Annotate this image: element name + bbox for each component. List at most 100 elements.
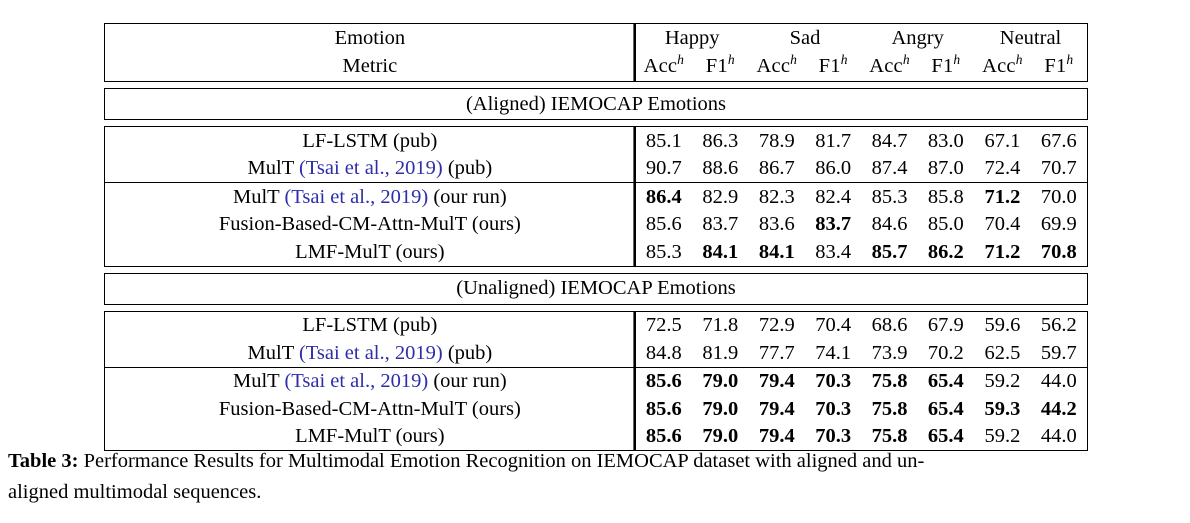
data-cell: 69.9: [1030, 210, 1088, 238]
data-cell: 70.3: [815, 397, 852, 420]
table-row: LF-LSTM (pub) 85.1 86.3 78.9 81.7 84.7 83.0 67.…: [104, 126, 1088, 155]
table-block-gap-cell: [105, 82, 1088, 89]
row-label-text: LMF-MulT (ours): [295, 240, 445, 263]
row-label-text: (our run): [428, 370, 507, 392]
row-label-text: LF-LSTM (pub): [302, 314, 438, 336]
table-row: MulT (Tsai et al., 2019) (pub) 90.7 88.6 86…: [104, 154, 1088, 183]
row-label: Fusion-Based-CM-Attn-MulT (ours): [104, 395, 636, 423]
data-cell: 79.0: [691, 366, 749, 395]
table-row: Fusion-Based-CM-Attn-MulT (ours) 85.6 83.7…: [104, 210, 1088, 238]
data-cell: 71.2: [974, 238, 1031, 267]
data-cell: 75.8: [861, 366, 918, 395]
data-cell: 70.4: [805, 310, 862, 339]
data-cell: 74.1: [815, 341, 852, 364]
table-row: MulT (Tsai et al., 2019) (pub) 84.8 81.9 77…: [104, 339, 1088, 367]
header-cell-metric-neutral-f1: F1h: [1030, 52, 1088, 82]
data-cell: 65.4: [927, 397, 964, 420]
table-block-gap: [105, 82, 1088, 89]
header-cell-metric-happy-acc: Acch: [635, 52, 692, 82]
row-label-text: MulT: [233, 370, 285, 392]
row-label: LF-LSTM (pub): [104, 310, 636, 339]
data-cell: 85.6: [645, 397, 682, 420]
row-label: Fusion-Based-CM-Attn-MulT (ours): [104, 210, 636, 238]
data-cell: 87.0: [927, 157, 964, 179]
citation-link[interactable]: (Tsai et al., 2019): [299, 342, 443, 364]
data-cell: 71.2: [974, 182, 1031, 211]
header-cell-emotion: Emotion: [104, 23, 636, 52]
data-cell: 67.6: [1030, 126, 1088, 155]
table-row: LF-LSTM (pub) 72.5 71.8 72.9 70.4 68.6 67.9 59.…: [104, 310, 1088, 339]
data-cell: 90.7: [645, 157, 682, 179]
data-cell: 72.5: [635, 310, 692, 339]
citation-link[interactable]: (Tsai et al., 2019): [284, 186, 428, 208]
header-cell-metric-angry-f1: F1h: [917, 52, 975, 82]
header-cell-metric-neutral-acc: Acch: [974, 52, 1031, 82]
data-cell: 67.9: [917, 310, 975, 339]
results-table: Emotion Happy Sad Angry Neutral Metric Acch F1h…: [104, 23, 1089, 451]
data-cell: 86.7: [758, 157, 795, 179]
table-block-gap-cell: [105, 304, 1088, 311]
header-cell-metric-sad-acc: Acch: [748, 52, 805, 82]
header-cell-emotion-happy: Happy: [635, 23, 749, 52]
row-label: MulT (Tsai et al., 2019) (pub): [104, 339, 636, 367]
data-cell: 85.7: [861, 238, 918, 267]
caption-text-line1: Performance Results for Multimodal Emoti…: [83, 450, 925, 472]
header-cell-metric-sad-f1: F1h: [805, 52, 862, 82]
results-table-container: Emotion Happy Sad Angry Neutral Metric Acch F1h…: [104, 23, 1089, 451]
data-cell: 70.8: [1030, 238, 1088, 267]
row-label-text: LF-LSTM (pub): [302, 129, 438, 152]
data-cell: 79.4: [758, 397, 795, 420]
row-label: LF-LSTM (pub): [104, 126, 636, 155]
data-cell: 84.1: [748, 238, 805, 267]
section-title-aligned: (Aligned) IEMOCAP Emotions: [104, 88, 1088, 120]
metric-superscript: h: [953, 52, 961, 68]
data-cell: 44.0: [1030, 366, 1088, 395]
data-cell: 77.7: [758, 341, 795, 364]
data-cell: 82.9: [691, 182, 749, 211]
row-label: MulT (Tsai et al., 2019) (our run): [104, 182, 636, 211]
data-cell: 85.6: [635, 366, 692, 395]
data-cell: 62.5: [984, 341, 1021, 364]
row-label-text: Fusion-Based-CM-Attn-MulT (ours): [218, 397, 521, 420]
data-cell: 88.6: [702, 157, 739, 179]
data-cell: 73.9: [871, 341, 908, 364]
header-cell-emotion-neutral: Neutral: [974, 23, 1089, 52]
row-label: MulT (Tsai et al., 2019) (pub): [104, 154, 636, 183]
header-cell-emotion-sad: Sad: [748, 23, 862, 52]
header-row-metric: Metric Acch F1h Acch F1h Acch F1h Acch F1h: [104, 52, 1088, 82]
data-cell: 83.4: [805, 238, 862, 267]
data-cell: 87.4: [871, 157, 908, 179]
caption-text-line2: aligned multimodal sequences.: [8, 481, 262, 504]
data-cell: 84.7: [861, 126, 918, 155]
section-title-unaligned: (Unaligned) IEMOCAP Emotions: [104, 272, 1088, 305]
table-caption: Table 3: Performance Results for Multimo…: [8, 446, 1183, 508]
metric-superscript: h: [1015, 52, 1023, 68]
metric-superscript: h: [790, 52, 798, 68]
section-title-row: (Unaligned) IEMOCAP Emotions: [104, 272, 1088, 305]
row-label: LMF-MulT (ours): [104, 238, 636, 267]
data-cell: 70.4: [984, 213, 1021, 235]
data-cell: 81.7: [805, 126, 862, 155]
data-cell: 86.2: [917, 238, 975, 267]
data-cell: 85.3: [861, 182, 918, 211]
data-cell: 83.7: [702, 213, 739, 235]
data-cell: 70.2: [927, 341, 964, 364]
table-block-gap-cell: [105, 120, 1088, 127]
row-label-text: LMF-MulT (ours): [295, 425, 445, 447]
row-label-text: MulT: [233, 185, 285, 208]
data-cell: 86.0: [815, 157, 852, 179]
data-cell: 72.4: [984, 157, 1021, 179]
citation-link[interactable]: (Tsai et al., 2019): [284, 370, 428, 392]
data-cell: 67.1: [974, 126, 1031, 155]
table-block-gap: [105, 266, 1088, 273]
data-cell: 81.9: [702, 341, 739, 364]
document-page: Emotion Happy Sad Angry Neutral Metric Acch F1h…: [0, 0, 1190, 523]
data-cell: 59.2: [974, 366, 1031, 395]
table-number-label: Table 3:: [8, 450, 79, 472]
metric-superscript: h: [677, 52, 685, 68]
table-block-gap: [105, 304, 1088, 311]
data-cell: 85.0: [927, 213, 964, 235]
data-cell: 59.3: [984, 397, 1021, 420]
data-cell: 84.1: [691, 238, 749, 267]
citation-link[interactable]: (Tsai et al., 2019): [299, 157, 443, 179]
